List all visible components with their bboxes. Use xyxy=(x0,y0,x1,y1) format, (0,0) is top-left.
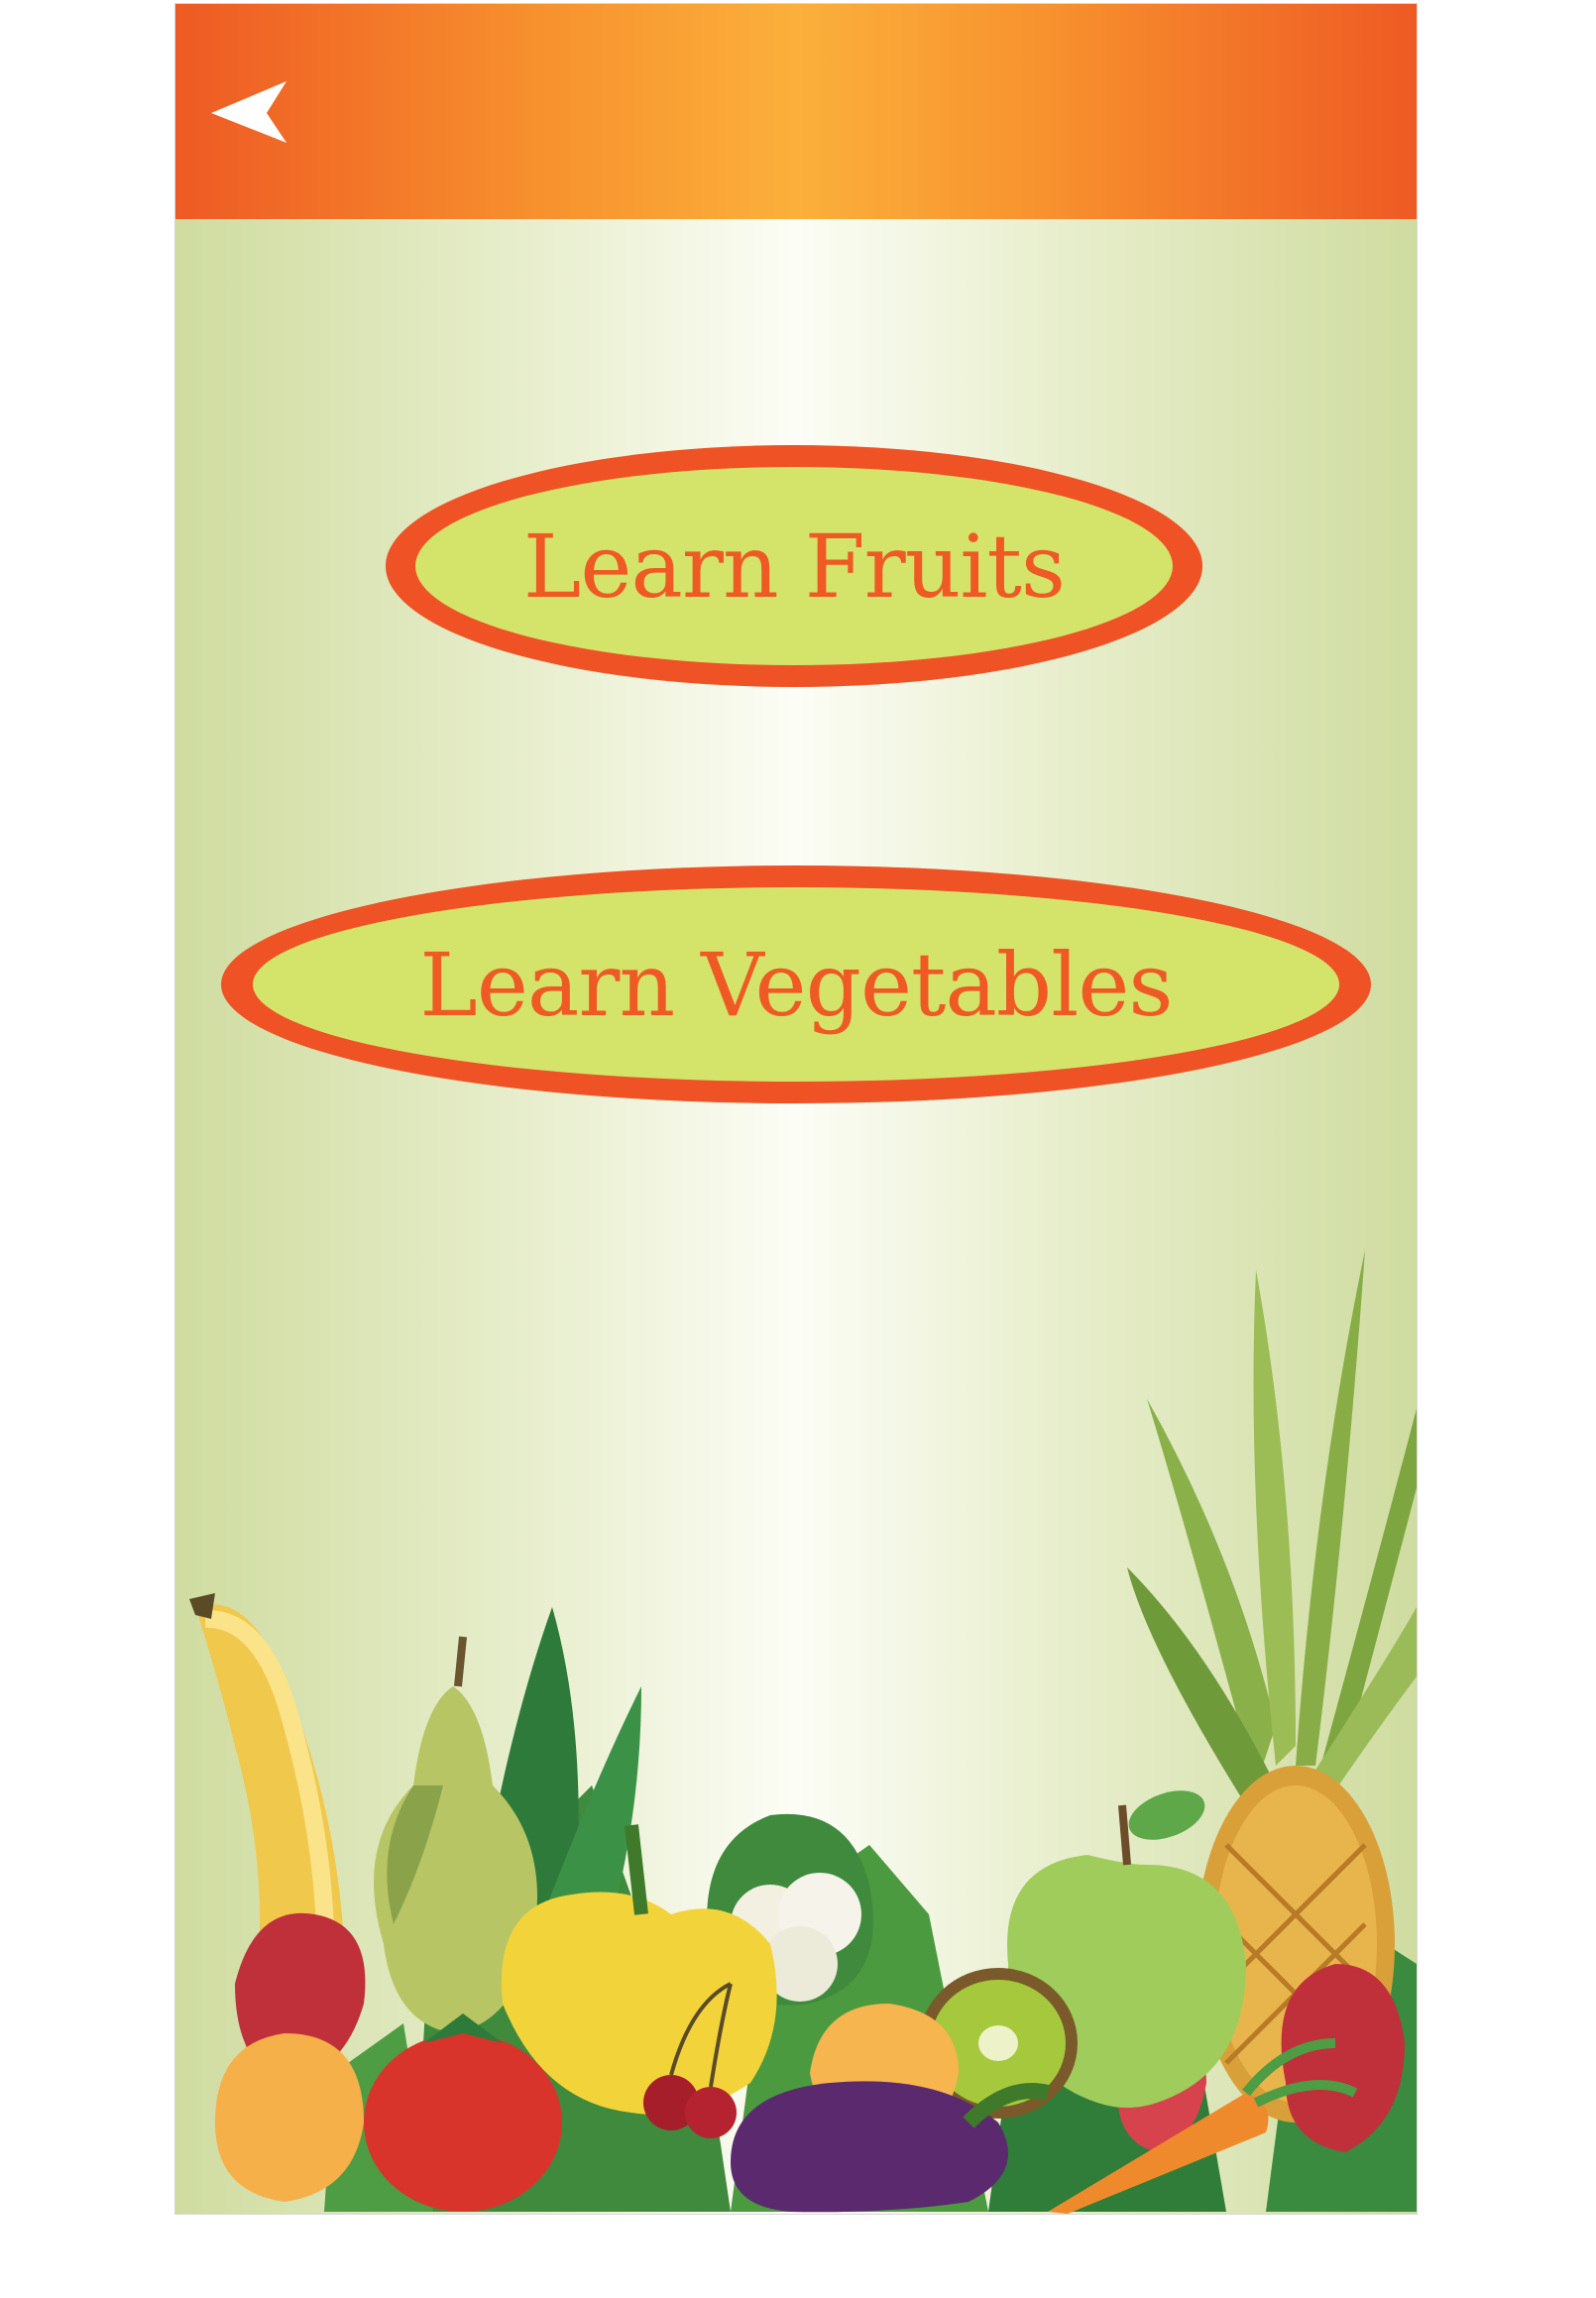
learn-fruits-button[interactable]: Learn Fruits xyxy=(378,438,1210,694)
back-button[interactable] xyxy=(205,73,294,153)
learn-fruits-label: Learn Fruits xyxy=(522,515,1066,618)
app-screen: Learn Fruits Learn Vegetables xyxy=(175,4,1417,2214)
learn-vegetables-label: Learn Vegetables xyxy=(419,933,1173,1036)
back-arrow-icon xyxy=(211,81,286,143)
top-app-bar xyxy=(175,4,1417,219)
fruits-vegetables-illustration xyxy=(175,1230,1417,2214)
main-content: Learn Fruits Learn Vegetables xyxy=(175,219,1417,2214)
learn-vegetables-button[interactable]: Learn Vegetables xyxy=(213,859,1379,1110)
